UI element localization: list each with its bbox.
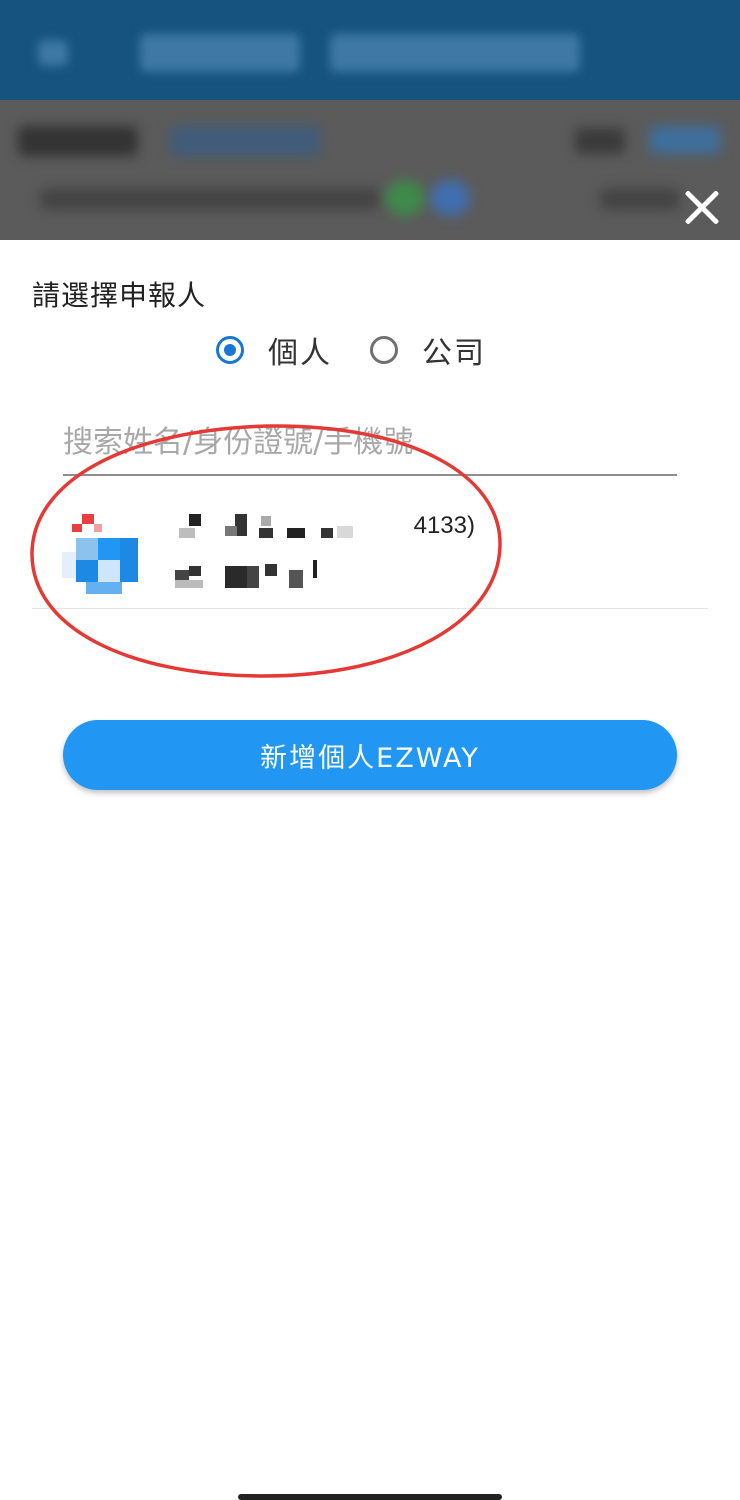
radio-company-label: 公司 [422, 336, 486, 371]
background-content [0, 100, 740, 240]
sheet-title: 請選擇申報人 [32, 279, 207, 312]
add-individual-ezway-button[interactable]: 新增個人EZWAY [63, 720, 677, 790]
list-item[interactable]: 4133) [32, 498, 708, 609]
radio-individual-label: 個人 [268, 336, 332, 371]
background-header [0, 0, 740, 100]
radio-company[interactable]: 公司 [370, 328, 486, 372]
radio-unchecked-icon[interactable] [370, 336, 398, 364]
background-app [0, 0, 740, 240]
declarant-id-masked [175, 560, 375, 590]
declarant-picker-sheet: 請選擇申報人 個人 公司 搜索姓名/身份證號/手機號 4133) 新增個人EZW… [0, 240, 740, 1500]
user-avatar-icon [60, 514, 140, 594]
home-indicator [238, 1494, 502, 1500]
declarant-phone-suffix: 4133) [413, 512, 475, 539]
close-icon[interactable] [676, 182, 728, 234]
declarant-name-masked: 4133) [175, 510, 475, 550]
radio-individual[interactable]: 個人 [216, 328, 332, 372]
search-input[interactable] [63, 418, 677, 466]
declarant-type-radio-group: 個人 公司 [216, 328, 524, 372]
radio-checked-icon[interactable] [216, 336, 244, 364]
search-field [63, 418, 677, 476]
